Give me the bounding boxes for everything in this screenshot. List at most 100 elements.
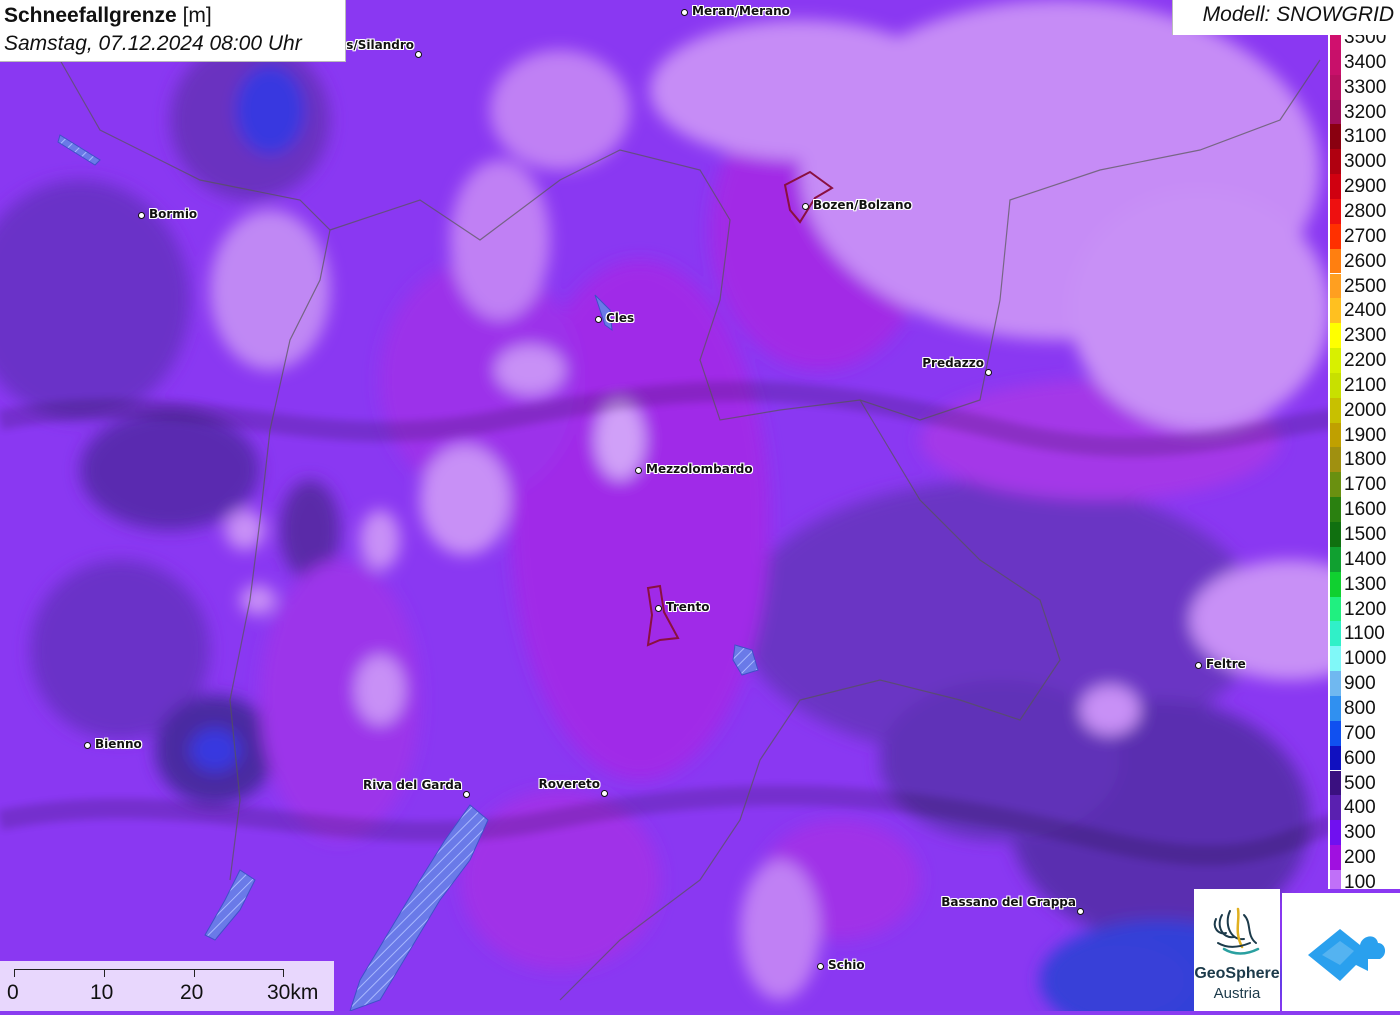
geosphere-logo[interactable]: GeoSphere Austria — [1194, 889, 1280, 1011]
legend-label: 2900 — [1344, 176, 1387, 198]
legend-item: 2800 — [1328, 198, 1400, 224]
legend-label: 3100 — [1344, 126, 1387, 148]
legend-item: 800 — [1328, 695, 1400, 721]
legend-item: 400 — [1328, 795, 1400, 821]
scale-tick — [194, 969, 195, 977]
geosphere-logo-icon — [1213, 907, 1260, 955]
legend-item: 1800 — [1328, 447, 1400, 473]
legend-label: 2500 — [1344, 275, 1387, 297]
legend-label: 2300 — [1344, 325, 1387, 347]
snowline-map[interactable] — [0, 0, 1400, 1011]
legend-swatch — [1330, 198, 1341, 224]
legend-swatch — [1330, 149, 1341, 175]
legend-swatch — [1330, 795, 1341, 821]
city-dot — [83, 741, 91, 749]
legend-item: 1600 — [1328, 497, 1400, 522]
legend-item: 2400 — [1328, 298, 1400, 324]
legend-item: 1700 — [1328, 472, 1400, 498]
legend-swatch — [1330, 348, 1341, 373]
city-label: Feltre — [1206, 657, 1246, 671]
legend-item: 2300 — [1328, 323, 1400, 349]
legend-swatch — [1330, 223, 1341, 249]
city-dot — [594, 315, 602, 323]
legend-item: 200 — [1328, 845, 1400, 870]
scale-label-30km: 30km — [267, 981, 319, 1004]
legend-swatch — [1330, 497, 1341, 522]
legend-item: 1300 — [1328, 571, 1400, 597]
legend-swatch — [1330, 472, 1341, 498]
legend-swatch — [1330, 422, 1341, 448]
city-dot — [680, 8, 688, 16]
legend-item: 3400 — [1328, 49, 1400, 75]
legend-item: 600 — [1328, 745, 1400, 771]
scale-label-0: 0 — [7, 981, 19, 1004]
map-datetime: Samstag, 07.12.2024 08:00 Uhr — [4, 32, 302, 55]
legend-swatch — [1330, 124, 1341, 150]
legend-label: 1500 — [1344, 524, 1387, 545]
city-label: Bassano del Grappa — [941, 895, 1076, 909]
city-dot — [414, 50, 422, 58]
legend-label: 600 — [1344, 747, 1376, 769]
legend-swatch — [1330, 621, 1341, 647]
legend-swatch — [1330, 447, 1341, 473]
legend-swatch — [1330, 35, 1341, 50]
city-label: Trento — [666, 600, 710, 614]
legend-item: 1200 — [1328, 596, 1400, 622]
legend-swatch — [1330, 571, 1341, 597]
city-dot — [984, 368, 992, 376]
map-title: Schneefallgrenze [m] — [4, 2, 341, 30]
legend-swatch — [1330, 695, 1341, 721]
legend-item: 3100 — [1328, 124, 1400, 150]
legend-swatch — [1330, 273, 1341, 299]
city-dot — [137, 211, 145, 219]
legend-label: 2700 — [1344, 225, 1387, 247]
legend-item: 1500 — [1328, 522, 1400, 547]
snowgrid-logo[interactable] — [1282, 893, 1400, 1011]
legend-swatch — [1330, 298, 1341, 324]
legend-label: 3500 — [1344, 35, 1387, 48]
legend-swatch — [1330, 671, 1341, 696]
legend-swatch — [1330, 174, 1341, 199]
city-label: Bormio — [149, 207, 198, 221]
legend-label: 1800 — [1344, 449, 1387, 471]
legend-swatch — [1330, 745, 1341, 771]
legend-label: 1600 — [1344, 499, 1387, 521]
legend-label: 2600 — [1344, 250, 1387, 272]
color-legend: 3500 3400 3300 3200 3100 3000 2900 2800 2700 2600… — [1328, 35, 1400, 889]
legend-swatch — [1330, 522, 1341, 547]
city-label: s/Silandro — [346, 38, 414, 52]
legend-item: 3000 — [1328, 149, 1400, 175]
legend-swatch — [1330, 546, 1341, 572]
legend-label: 3300 — [1344, 76, 1387, 98]
legend-label: 900 — [1344, 673, 1376, 695]
title-main: Schneefallgrenze — [4, 4, 177, 27]
legend-item: 700 — [1328, 720, 1400, 746]
city-dot — [1194, 661, 1202, 669]
legend-label: 2200 — [1344, 350, 1387, 372]
city-dot — [816, 962, 824, 970]
geosphere-country: Austria — [1213, 985, 1261, 1002]
legend-item: 1000 — [1328, 646, 1400, 672]
legend-item: 2900 — [1328, 174, 1400, 199]
scale-tick — [14, 969, 15, 977]
legend-label: 2100 — [1344, 374, 1387, 396]
legend-item: 2000 — [1328, 397, 1400, 423]
city-label: Riva del Garda — [362, 778, 462, 792]
legend-label: 700 — [1344, 722, 1376, 744]
legend-item: 1900 — [1328, 422, 1400, 448]
geosphere-name: GeoSphere — [1194, 965, 1280, 982]
legend-label: 1700 — [1344, 474, 1387, 496]
legend-item: 900 — [1328, 671, 1400, 696]
city-label: Rovereto — [538, 777, 600, 791]
legend-label: 200 — [1344, 847, 1376, 869]
city-dot — [654, 604, 662, 612]
legend-item: 2700 — [1328, 223, 1400, 249]
legend-item: 1100 — [1328, 621, 1400, 647]
map-title-box: Schneefallgrenze [m] Samstag, 07.12.2024… — [0, 0, 346, 62]
scale-label-10: 10 — [90, 981, 114, 1004]
city-label: Bienno — [95, 737, 142, 751]
legend-label: 3000 — [1344, 151, 1387, 173]
legend-swatch — [1330, 248, 1341, 274]
legend-item: 1400 — [1328, 546, 1400, 572]
legend-item: 3300 — [1328, 74, 1400, 100]
